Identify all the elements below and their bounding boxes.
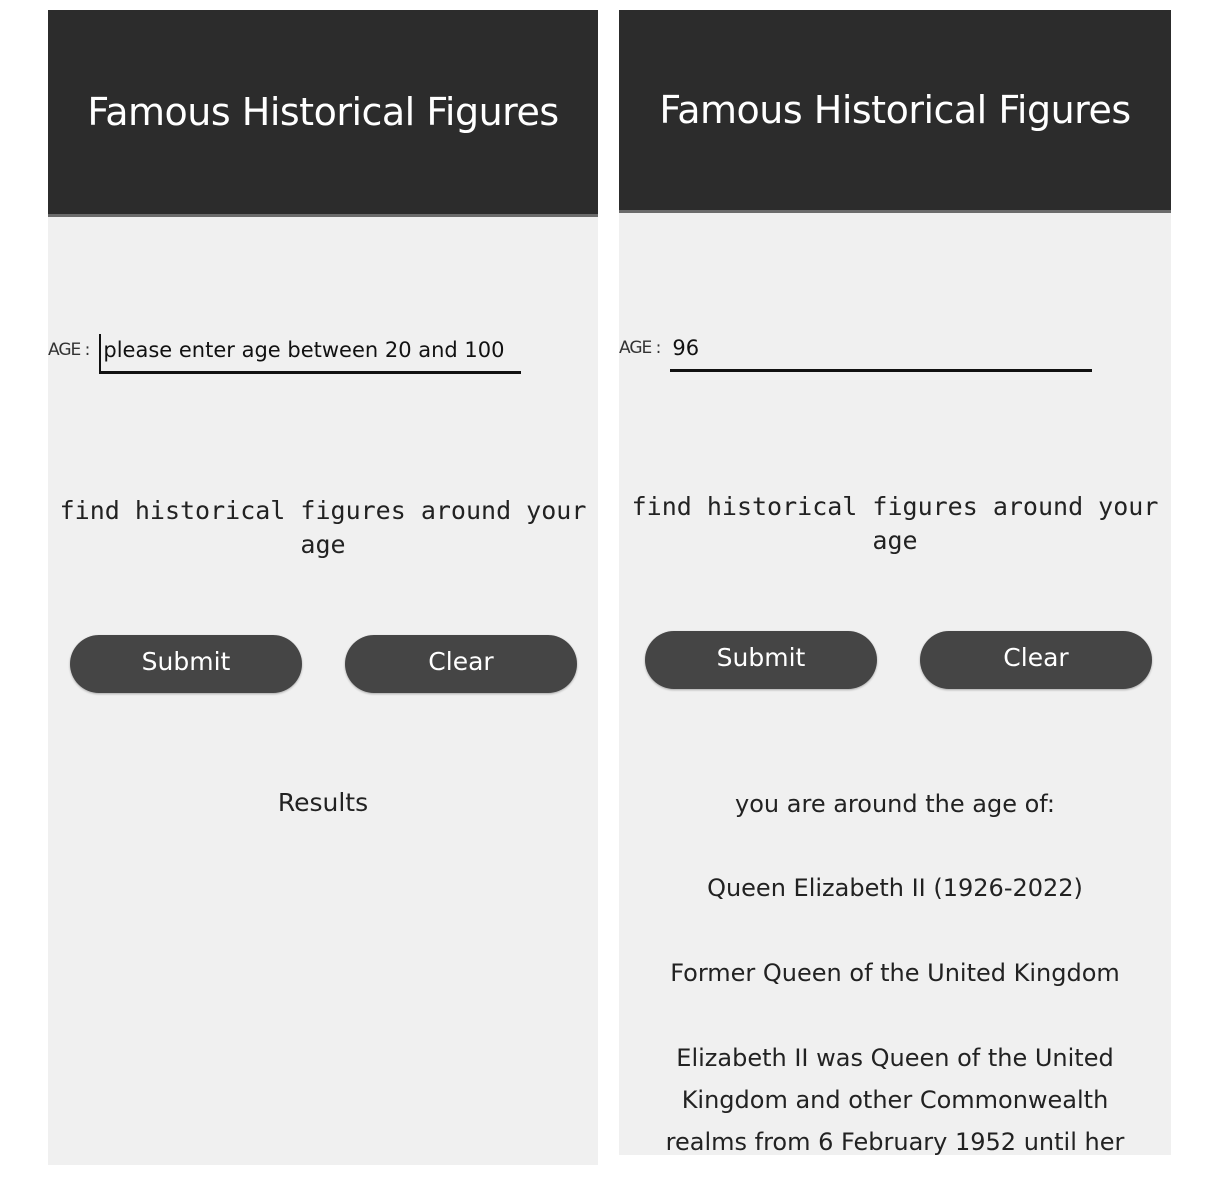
- results-heading: Results: [277, 788, 369, 817]
- submit-button[interactable]: Submit: [70, 635, 302, 693]
- figure-description: Elizabeth II was Queen of the United Kin…: [665, 1044, 1125, 1155]
- app-title: Famous Historical Figures: [659, 88, 1131, 132]
- age-input[interactable]: [670, 332, 1093, 372]
- app-header: Famous Historical Figures: [48, 10, 598, 217]
- tagline: find historical figures around your age: [59, 496, 587, 559]
- submit-button[interactable]: Submit: [645, 631, 877, 689]
- result-intro: you are around the age of:: [735, 790, 1055, 818]
- figure-title: Former Queen of the United Kingdom: [670, 959, 1120, 987]
- age-row: AGE :: [619, 332, 1093, 372]
- age-label: AGE :: [619, 338, 661, 358]
- app-title: Famous Historical Figures: [87, 90, 559, 134]
- clear-button[interactable]: Clear: [345, 635, 577, 693]
- age-label: AGE :: [48, 340, 90, 360]
- app-screen-initial: Famous Historical Figures AGE : find his…: [48, 10, 598, 1165]
- app-header: Famous Historical Figures: [619, 10, 1171, 213]
- app-screen-results: Famous Historical Figures AGE : find his…: [619, 10, 1171, 1155]
- age-row: AGE :: [48, 334, 522, 374]
- age-input[interactable]: [99, 334, 522, 374]
- figure-name: Queen Elizabeth II (1926-2022): [707, 874, 1083, 902]
- tagline: find historical figures around your age: [631, 492, 1159, 555]
- clear-button[interactable]: Clear: [920, 631, 1152, 689]
